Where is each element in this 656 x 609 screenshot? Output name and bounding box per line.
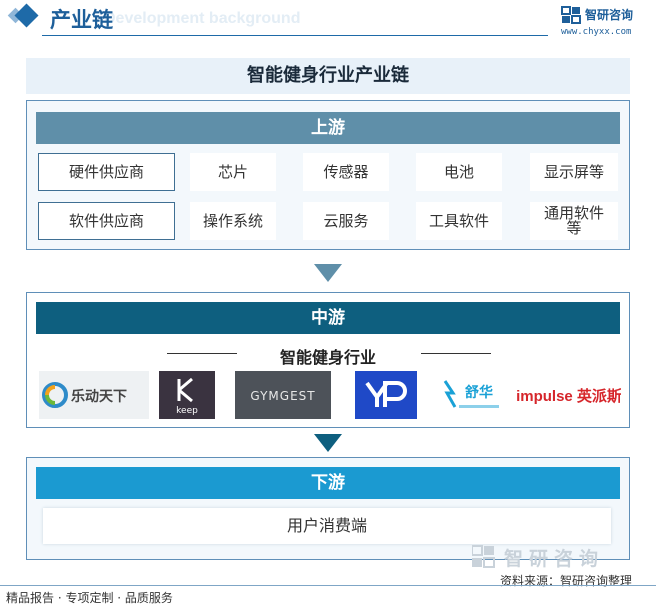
shuhua-logo: 舒华 <box>439 371 505 419</box>
footer-slogan: 精品报告 · 专项定制 · 品质服务 <box>6 591 173 605</box>
logo-text: impulse 英派斯 <box>517 387 621 405</box>
ledong-logo: 乐动天下 <box>39 371 149 419</box>
upstream-item: 芯片 <box>190 153 276 191</box>
industry-line-right <box>421 353 491 354</box>
midstream-section: 中游 智能健身行业 乐动天下 keep GYMGEST 舒华 impulse 英 <box>26 292 630 428</box>
zhiyan-logo-icon <box>561 6 581 24</box>
gymgest-logo: GYMGEST <box>235 371 331 419</box>
watermark-logo: 智研咨询 <box>472 545 604 569</box>
midstream-bar: 中游 <box>36 302 620 334</box>
page-title: 产业链 <box>50 7 113 32</box>
source-text: 资料来源：智研咨询整理 <box>500 574 633 588</box>
brand-site: www.chyxx.com <box>561 27 632 37</box>
upstream-item: 云服务 <box>303 202 389 240</box>
arrow-down-icon <box>314 434 342 452</box>
keep-logo: keep <box>159 371 215 419</box>
upstream-section: 上游 硬件供应商 芯片 传感器 电池 显示屏等 软件供应商 操作系统 云服务 工… <box>26 100 630 250</box>
diamond-icon <box>14 3 39 28</box>
upstream-category-software: 软件供应商 <box>38 202 175 240</box>
downstream-item: 用户消费端 <box>43 508 611 544</box>
downstream-bar: 下游 <box>36 467 620 499</box>
upstream-bar: 上游 <box>36 112 620 144</box>
industry-label: 智能健身行业 <box>279 348 376 367</box>
header-divider <box>42 35 548 36</box>
upstream-item: 通用软件等 <box>530 202 618 240</box>
upstream-item: 工具软件 <box>416 202 502 240</box>
header-ghost-text: Development background <box>104 10 301 27</box>
upstream-category-hardware: 硬件供应商 <box>38 153 175 191</box>
upstream-item: 传感器 <box>303 153 389 191</box>
brand-name: 智研咨询 <box>585 8 634 22</box>
page-header: Development background 产业链 智研咨询 www.chyx… <box>0 0 656 38</box>
watermark-text: 智研咨询 <box>504 547 604 569</box>
arrow-down-icon <box>314 264 342 282</box>
impulse-logo: impulse 英派斯 <box>517 371 621 419</box>
yp-logo <box>355 371 417 419</box>
upstream-item: 显示屏等 <box>530 153 618 191</box>
logo-text: GYMGEST <box>250 389 315 403</box>
logo-text: 乐动天下 <box>71 388 127 405</box>
logo-text: keep <box>176 406 198 416</box>
upstream-item: 操作系统 <box>190 202 276 240</box>
logo-text: 舒华 <box>465 384 493 401</box>
upstream-item: 电池 <box>416 153 502 191</box>
chain-title: 智能健身行业产业链 <box>26 58 630 94</box>
footer-divider <box>0 585 656 586</box>
